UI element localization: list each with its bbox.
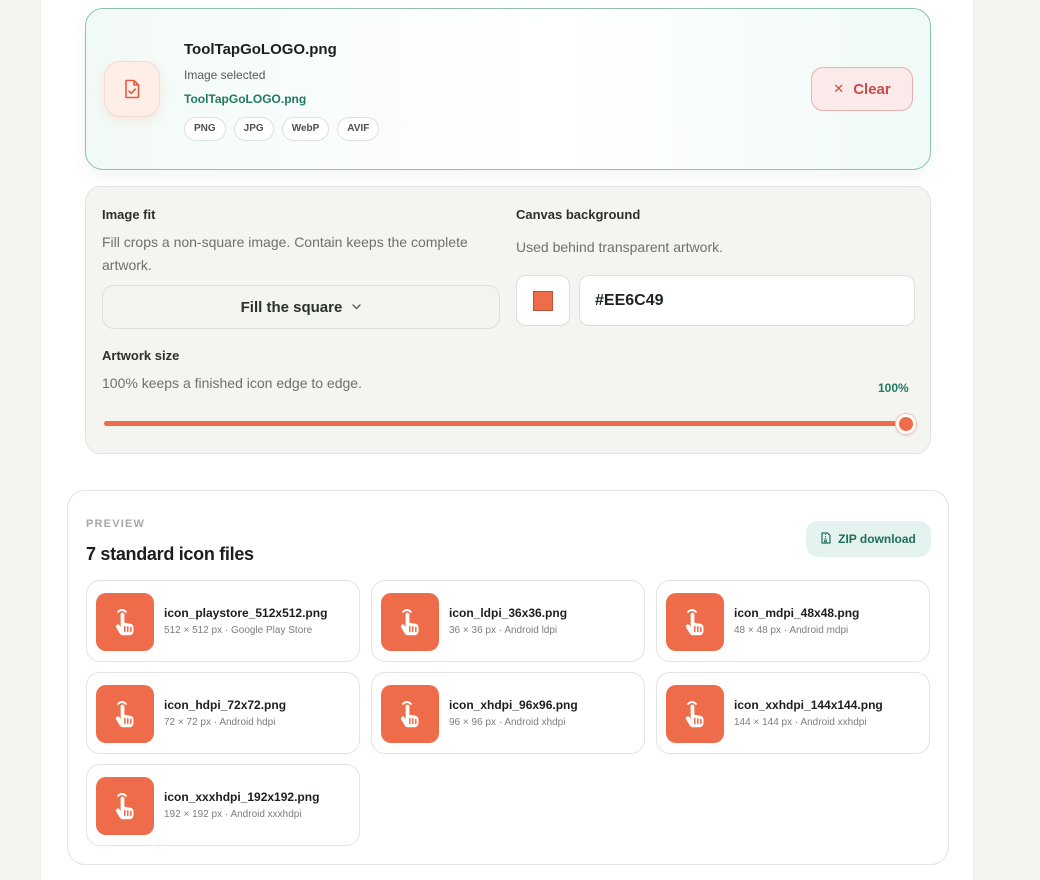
preview-card: PREVIEW 7 standard icon files ZIP downlo… bbox=[67, 490, 949, 865]
image-fit-hint: Fill crops a non-square image. Contain k… bbox=[102, 234, 468, 273]
color-picker-button[interactable] bbox=[516, 275, 570, 326]
selected-file-card: ToolTapGoLOGO.png Image selected ToolTap… bbox=[85, 8, 931, 170]
file-name-link: ToolTapGoLOGO.png bbox=[184, 92, 307, 106]
zip-download-button[interactable]: ZIP download bbox=[806, 521, 931, 557]
tap-hand-icon bbox=[96, 685, 154, 743]
icon-file-name: icon_playstore_512x512.png bbox=[164, 606, 328, 620]
artwork-size-hint: 100% keeps a finished icon edge to edge. bbox=[102, 375, 362, 391]
icon-file-tile[interactable]: icon_xxhdpi_144x144.png 144 × 144 px · A… bbox=[656, 672, 930, 754]
format-badge-webp: WebP bbox=[281, 117, 330, 141]
icon-file-tile[interactable]: icon_mdpi_48x48.png 48 × 48 px · Android… bbox=[656, 580, 930, 662]
icon-file-meta: 96 × 96 px · Android xhdpi bbox=[449, 717, 566, 728]
tap-hand-icon bbox=[666, 685, 724, 743]
image-fit-value: Fill the square bbox=[240, 298, 343, 316]
clear-button[interactable]: ✕ Clear bbox=[811, 67, 913, 111]
tap-hand-icon bbox=[666, 593, 724, 651]
tap-hand-icon bbox=[96, 593, 154, 651]
artwork-size-slider-track[interactable] bbox=[104, 421, 906, 426]
icon-file-meta: 48 × 48 px · Android mdpi bbox=[734, 625, 849, 636]
main-panel: ToolTapGoLOGO.png Image selected ToolTap… bbox=[40, 0, 974, 880]
icon-file-meta: 192 × 192 px · Android xxxhdpi bbox=[164, 809, 302, 820]
background-hex-input[interactable] bbox=[579, 275, 915, 326]
close-icon: ✕ bbox=[833, 81, 845, 96]
image-fit-select[interactable]: Fill the square bbox=[102, 285, 500, 329]
zip-download-label: ZIP download bbox=[838, 532, 916, 546]
format-badge-png: PNG bbox=[184, 117, 226, 141]
icon-file-meta: 72 × 72 px · Android hdpi bbox=[164, 717, 276, 728]
icon-file-tile[interactable]: icon_ldpi_36x36.png 36 × 36 px · Android… bbox=[371, 580, 645, 662]
icon-file-tile[interactable]: icon_xxxhdpi_192x192.png 192 × 192 px · … bbox=[86, 764, 360, 846]
supported-formats: PNG JPG WebP AVIF bbox=[184, 117, 380, 141]
preview-title: 7 standard icon files bbox=[86, 544, 254, 564]
tap-hand-icon bbox=[96, 777, 154, 835]
icon-file-name: icon_xhdpi_96x96.png bbox=[449, 698, 578, 712]
clear-label: Clear bbox=[853, 80, 891, 98]
artwork-size-label: Artwork size bbox=[102, 348, 180, 363]
chevron-down-icon bbox=[352, 302, 361, 313]
icon-file-meta: 36 × 36 px · Android ldpi bbox=[449, 625, 558, 636]
icon-file-name: icon_ldpi_36x36.png bbox=[449, 606, 568, 620]
archive-icon bbox=[821, 531, 831, 547]
color-swatch bbox=[533, 290, 553, 311]
format-badge-avif: AVIF bbox=[337, 117, 380, 141]
tap-hand-icon bbox=[381, 685, 439, 743]
icon-file-meta: 144 × 144 px · Android xxhdpi bbox=[734, 717, 867, 728]
icon-settings-card: Image fit Fill crops a non-square image.… bbox=[85, 186, 931, 454]
icon-file-tile[interactable]: icon_xhdpi_96x96.png 96 × 96 px · Androi… bbox=[371, 672, 645, 754]
artwork-size-value: 100% bbox=[878, 381, 909, 395]
file-status: Image selected bbox=[184, 68, 266, 82]
image-fit-label: Image fit bbox=[102, 207, 156, 222]
icon-file-name: icon_xxhdpi_144x144.png bbox=[734, 698, 883, 712]
icon-file-tile[interactable]: icon_hdpi_72x72.png 72 × 72 px · Android… bbox=[86, 672, 360, 754]
canvas-background-label: Canvas background bbox=[516, 207, 641, 222]
preview-eyebrow: PREVIEW bbox=[86, 518, 146, 530]
format-badge-jpg: JPG bbox=[233, 117, 274, 141]
file-name: ToolTapGoLOGO.png bbox=[184, 41, 337, 58]
icon-file-name: icon_mdpi_48x48.png bbox=[734, 606, 860, 620]
canvas-background-hint: Used behind transparent artwork. bbox=[516, 239, 723, 255]
tap-hand-icon bbox=[381, 593, 439, 651]
icon-file-name: icon_xxxhdpi_192x192.png bbox=[164, 790, 320, 804]
file-check-icon bbox=[104, 61, 160, 117]
icon-file-name: icon_hdpi_72x72.png bbox=[164, 698, 287, 712]
icon-file-tile[interactable]: icon_playstore_512x512.png 512 × 512 px … bbox=[86, 580, 360, 662]
icon-file-meta: 512 × 512 px · Google Play Store bbox=[164, 625, 313, 636]
artwork-size-slider-handle[interactable] bbox=[896, 414, 916, 434]
